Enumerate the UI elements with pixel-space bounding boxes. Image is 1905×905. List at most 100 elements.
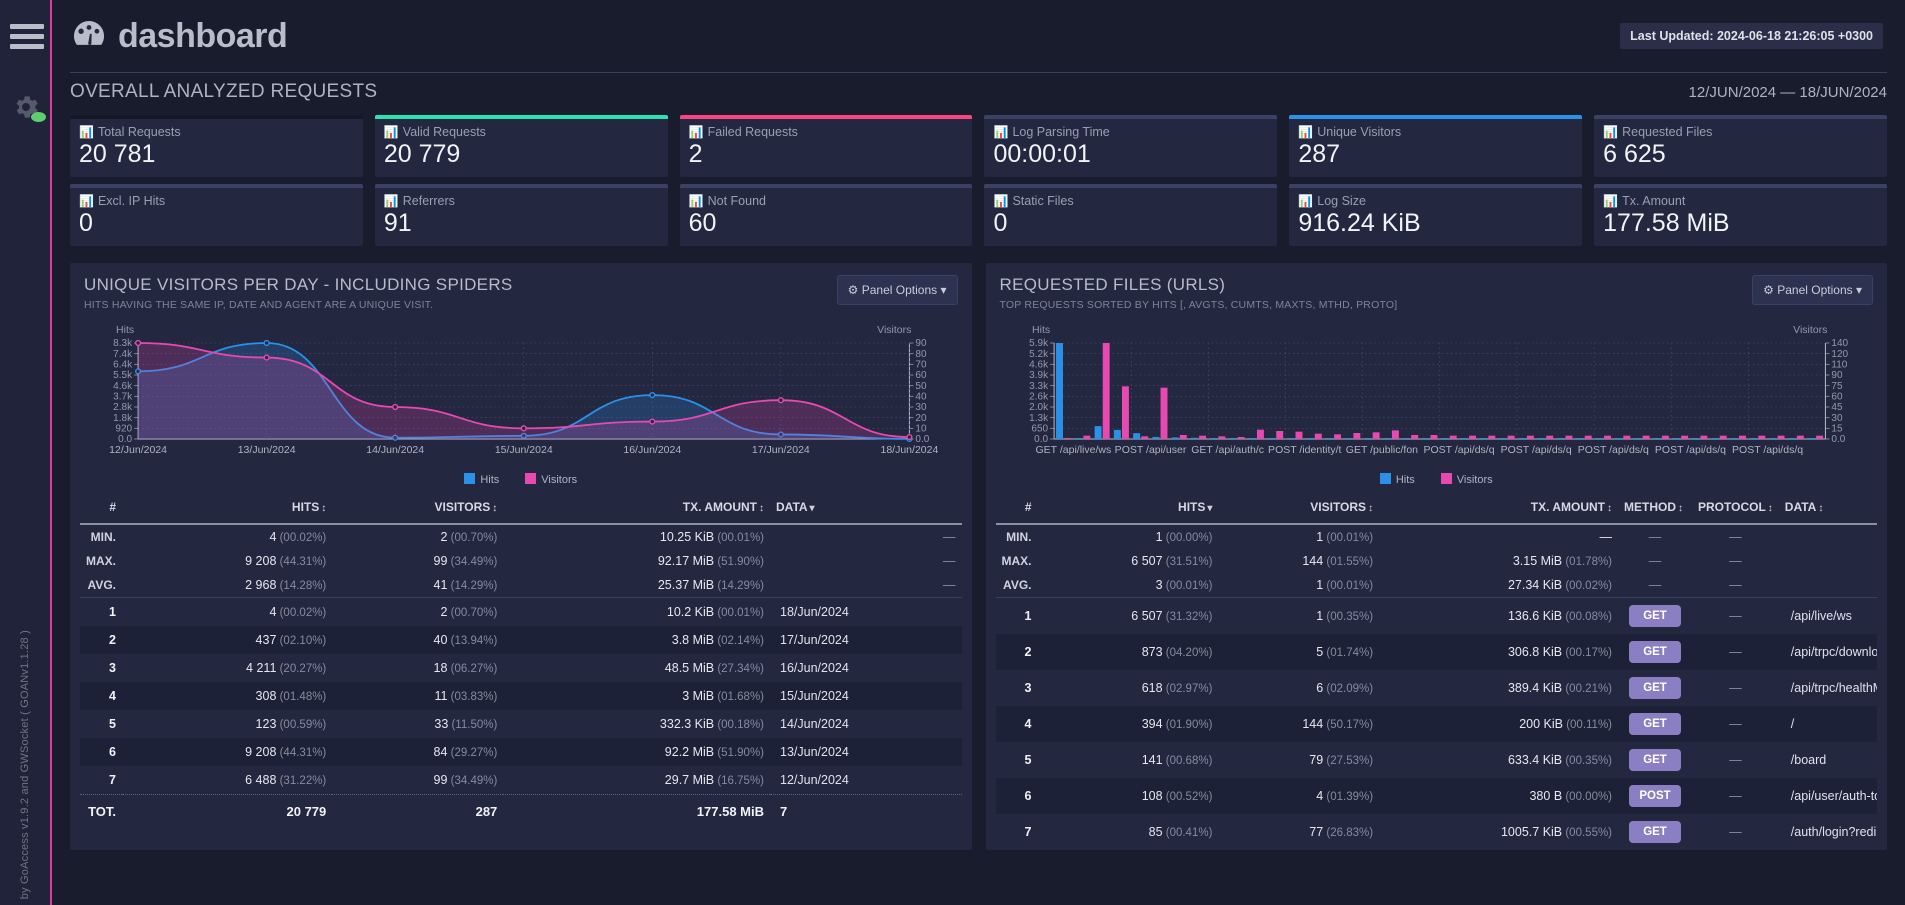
stat-card-label-row: 📊Unique Visitors [1298,125,1573,139]
tx-amount-cell: 29.7 MiB (16.75%) [503,766,770,795]
tx-amount-cell-percent: (27.34%) [714,663,764,675]
table-row[interactable]: 2873 (04.20%)5 (01.74%)306.8 KiB (00.17%… [996,634,1878,670]
column-header-visitors[interactable]: VISITORS↕ [1218,490,1379,524]
visitors-cell: 144 (01.55%) [1218,549,1379,573]
stat-card: 📊Unique Visitors287 [1289,115,1582,177]
panel-subtitle: HITS HAVING THE SAME IP, DATE AND AGENT … [84,299,513,311]
row-index: 4 [80,682,122,710]
tx-amount-cell-percent: (00.21%) [1562,683,1612,695]
panel-options-button[interactable]: ⚙ Panel Options ▾ [837,275,958,305]
line-chart-visitors-per-day[interactable]: HitsVisitors0.00.0920101.8k202.8k303.7k4… [80,321,962,471]
legend-label-hits: Hits [1396,474,1415,486]
stat-card-column: 📊Requested Files6 625📊Tx. Amount177.58 M… [1594,115,1887,253]
sort-icon: ↕ [1678,503,1683,514]
chevron-down-icon: ▾ [940,283,946,297]
legend-item-visitors[interactable]: Visitors [1441,473,1493,486]
hits-cell-percent: (00.00%) [1163,532,1213,544]
tx-amount-cell-percent: (51.90%) [714,556,764,568]
table-row[interactable]: 3618 (02.97%)6 (02.09%)389.4 KiB (00.21%… [996,670,1878,706]
tx-amount-cell-value: 3.15 MiB [1513,554,1562,568]
column-header-hits[interactable]: HITS▾ [1038,490,1219,524]
column-header-label: TX. AMOUNT [1531,500,1605,514]
svg-text:120: 120 [1831,349,1848,360]
hits-cell-percent: (44.31%) [276,556,326,568]
hits-cell-percent: (20.27%) [276,663,326,675]
summary-row: MAX.6 507 (31.51%)144 (01.55%)3.15 MiB (… [996,549,1878,573]
svg-text:GET /api/live/ws: GET /api/live/ws [1035,444,1111,456]
table-row[interactable]: 34 211 (20.27%)18 (06.27%)48.5 MiB (27.3… [80,654,962,682]
panel-options-button[interactable]: ⚙ Panel Options ▾ [1752,275,1873,305]
column-header-tx-amount[interactable]: TX. AMOUNT↕ [503,490,770,524]
overall-section-title: OVERALL ANALYZED REQUESTS [70,81,377,103]
tx-amount-cell: 3.8 MiB (02.14%) [503,626,770,654]
tx-amount-cell: 3 MiB (01.68%) [503,682,770,710]
table-row[interactable]: 2437 (02.10%)40 (13.94%)3.8 MiB (02.14%)… [80,626,962,654]
tx-amount-cell: 200 KiB (00.11%) [1379,706,1618,742]
tx-amount-cell-percent: (01.78%) [1562,556,1612,568]
svg-text:5.9k: 5.9k [1029,338,1049,349]
table-row[interactable]: 16 507 (31.32%)1 (00.35%)136.6 KiB (00.0… [996,598,1878,635]
bar-chart-icon: 📊 [384,194,398,208]
column-header-hits[interactable]: HITS↕ [122,490,332,524]
bar-chart-requested-files[interactable]: HitsVisitors0.00.0650151.3k302.0k452.6k6… [996,321,1878,471]
column-header-[interactable]: # [996,490,1038,524]
table-row[interactable]: 6108 (00.52%)4 (01.39%)380 B (00.00%)POS… [996,778,1878,814]
visitors-cell-value: 77 [1309,825,1323,839]
stat-card-label-row: 📊Static Files [993,194,1268,208]
hits-cell: 4 (00.02%) [122,524,332,549]
hamburger-icon[interactable] [10,24,44,54]
table-row[interactable]: 4394 (01.90%)144 (50.17%)200 KiB (00.11%… [996,706,1878,742]
stat-card-value: 287 [1298,140,1573,168]
panel-requested-files: REQUESTED FILES (URLS) TOP REQUESTS SORT… [986,263,1888,850]
legend-swatch-visitors [525,473,536,484]
tx-amount-cell-value: 633.4 KiB [1508,753,1562,767]
overall-header: OVERALL ANALYZED REQUESTS 12/JUN/2024 — … [70,72,1887,109]
tx-amount-cell-value: 332.3 KiB [660,717,714,731]
column-header-[interactable]: # [80,490,122,524]
stat-card-value: 6 625 [1603,140,1878,168]
protocol-cell: — [1692,742,1779,778]
stat-card-column: 📊Log Parsing Time00:00:01📊Static Files0 [984,115,1277,253]
table-row[interactable]: 5123 (00.59%)33 (11.50%)332.3 KiB (00.18… [80,710,962,738]
visitors-cell-percent: (00.70%) [447,607,497,619]
column-header-visitors[interactable]: VISITORS↕ [332,490,503,524]
column-header-method[interactable]: METHOD↕ [1618,490,1692,524]
table-row[interactable]: 76 488 (31.22%)99 (34.49%)29.7 MiB (16.7… [80,766,962,795]
table-row[interactable]: 785 (00.41%)77 (26.83%)1005.7 KiB (00.55… [996,814,1878,850]
tx-amount-cell-value: 25.37 MiB [658,578,714,592]
column-header-tx-amount[interactable]: TX. AMOUNT↕ [1379,490,1618,524]
svg-text:Visitors: Visitors [1793,324,1827,336]
tx-amount-cell-value: 27.34 KiB [1508,578,1562,592]
svg-text:8.3k: 8.3k [113,338,133,349]
column-header-data[interactable]: DATA↕ [1779,490,1877,524]
table-row[interactable]: 4308 (01.48%)11 (03.83%)3 MiB (01.68%)15… [80,682,962,710]
stat-card-column: 📊Unique Visitors287📊Log Size916.24 KiB [1289,115,1582,253]
column-header-data[interactable]: DATA▾ [770,490,962,524]
stat-card-value: 91 [384,209,659,237]
legend-item-hits[interactable]: Hits [464,473,499,486]
svg-text:17/Jun/2024: 17/Jun/2024 [752,444,810,456]
table-row[interactable]: 69 208 (44.31%)84 (29.27%)92.2 MiB (51.9… [80,738,962,766]
tx-amount-cell-percent: (14.29%) [714,580,764,592]
stat-card-label-row: 📊Not Found [689,194,964,208]
legend-item-visitors[interactable]: Visitors [525,473,577,486]
hits-cell-value: 123 [256,717,277,731]
summary-row: MAX.9 208 (44.31%)99 (34.49%)92.17 MiB (… [80,549,962,573]
legend-item-hits[interactable]: Hits [1380,473,1415,486]
hits-cell-value: 141 [1142,753,1163,767]
tx-amount-cell-value: 389.4 KiB [1508,681,1562,695]
svg-text:2.6k: 2.6k [1029,392,1049,403]
hits-cell-percent: (00.02%) [276,532,326,544]
tx-amount-cell-value: — [1600,530,1613,544]
tx-amount-cell: 389.4 KiB (00.21%) [1379,670,1618,706]
svg-text:650: 650 [1031,424,1048,435]
table-row[interactable]: 5141 (00.68%)79 (27.53%)633.4 KiB (00.35… [996,742,1878,778]
visitors-cell-percent: (03.83%) [447,691,497,703]
tx-amount-cell: 48.5 MiB (27.34%) [503,654,770,682]
table-row[interactable]: 14 (00.02%)2 (00.70%)10.2 KiB (00.01%)18… [80,598,962,627]
method-badge: GET [1629,641,1681,663]
stat-card-column: 📊Total Requests20 781📊Excl. IP Hits0 [70,115,363,253]
hits-cell-percent: (02.97%) [1163,683,1213,695]
visitors-cell: 11 (03.83%) [332,682,503,710]
column-header-protocol[interactable]: PROTOCOL↕ [1692,490,1779,524]
